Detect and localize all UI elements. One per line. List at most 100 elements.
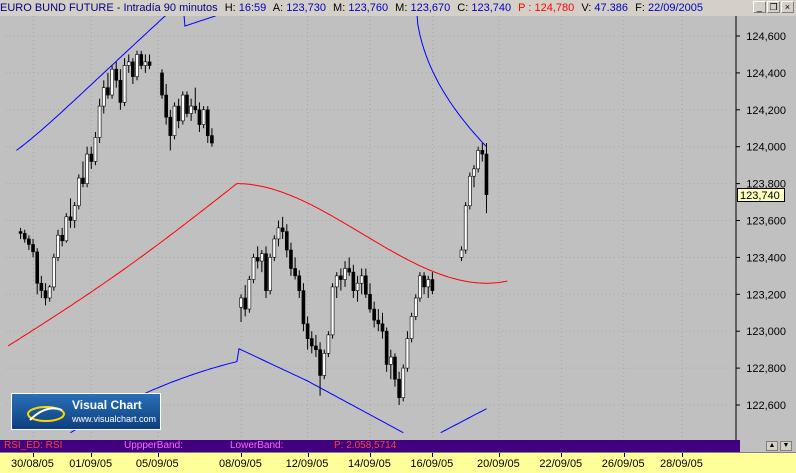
candle xyxy=(126,54,131,73)
candle xyxy=(77,174,81,210)
candle xyxy=(22,229,27,243)
candle xyxy=(89,146,94,169)
candle xyxy=(110,65,114,99)
candle xyxy=(72,202,77,228)
lower-band-label: LowerBand: xyxy=(230,440,284,451)
candle xyxy=(339,268,343,291)
mn-label: M: xyxy=(395,2,408,14)
y-tick-label: 123,600 xyxy=(746,216,786,228)
scroll-down-button[interactable]: ▼ xyxy=(780,441,792,451)
candle xyxy=(326,331,331,358)
y-tick-label: 124,000 xyxy=(746,142,786,154)
logo-url: www.visualchart.com xyxy=(72,414,157,424)
candle xyxy=(243,285,247,317)
h-label: H: xyxy=(224,2,236,14)
candle xyxy=(35,248,40,295)
candle xyxy=(272,235,277,262)
candle xyxy=(164,83,168,125)
candle xyxy=(384,327,389,372)
candle xyxy=(476,146,480,173)
candle xyxy=(197,102,202,132)
scroll-up-button[interactable]: ▲ xyxy=(766,441,778,451)
y-tick-label: 123,000 xyxy=(746,326,786,338)
x-tick-label: 16/09/05 xyxy=(410,458,454,470)
candle xyxy=(131,58,135,84)
close-button[interactable]: × xyxy=(781,1,794,13)
x-tick xyxy=(91,453,93,457)
candle xyxy=(143,54,148,73)
last-price-tag: 123,740 xyxy=(737,188,785,202)
window-title-bar: EURO BUND FUTURE - Intradía 90 minutos H… xyxy=(0,0,796,16)
y-tick-label: 123,400 xyxy=(746,252,786,264)
p-label: P : xyxy=(518,2,532,14)
x-tick-label: 20/09/05 xyxy=(476,458,520,470)
candle xyxy=(160,69,164,99)
candle xyxy=(193,87,198,114)
x-tick xyxy=(498,453,500,457)
candle xyxy=(147,54,152,70)
x-tick xyxy=(623,453,625,457)
candle xyxy=(81,161,85,188)
candle xyxy=(276,220,281,247)
rsi-label: RSI_ED: RSI xyxy=(4,440,63,451)
candle xyxy=(293,257,297,280)
candle xyxy=(463,202,468,254)
y-tick-label: 122,600 xyxy=(746,400,786,412)
candle xyxy=(422,272,426,295)
candle xyxy=(255,246,260,269)
y-tick-label: 123,200 xyxy=(746,289,786,301)
x-tick xyxy=(157,453,159,457)
upper-band-label: UppperBand: xyxy=(124,440,183,451)
mn-value: 123,670 xyxy=(410,2,451,14)
minimize-button[interactable]: _ xyxy=(753,1,766,13)
v-label: V: xyxy=(581,2,592,14)
x-tick-label: 12/09/05 xyxy=(285,458,329,470)
candle xyxy=(280,216,285,239)
candle xyxy=(43,283,48,306)
instrument-title: EURO BUND FUTURE - Intradía 90 minutos xyxy=(0,2,218,14)
candle xyxy=(388,349,393,380)
candle xyxy=(189,98,193,121)
candle xyxy=(472,165,476,188)
swoosh-icon xyxy=(27,406,65,422)
price-chart[interactable]: 124,600124,400124,200124,000123,800123,6… xyxy=(0,16,796,440)
candle xyxy=(426,275,431,298)
candle xyxy=(114,61,119,88)
candle xyxy=(56,229,60,262)
candle xyxy=(260,250,264,273)
y-tick-label: 124,400 xyxy=(746,68,786,80)
visual-chart-logo[interactable]: Visual Chart www.visualchart.com xyxy=(11,393,161,430)
candle xyxy=(47,285,52,302)
m-label: M: xyxy=(333,2,346,14)
candle xyxy=(181,91,185,125)
candle xyxy=(122,58,127,107)
rsi-indicator-bar[interactable]: RSI_ED: RSI UppperBand: LowerBand: P: 2.… xyxy=(0,440,740,452)
candle xyxy=(239,294,243,322)
a-value: 123,730 xyxy=(286,2,326,14)
candle xyxy=(31,238,35,258)
candle xyxy=(334,272,339,298)
p-value: 124,780 xyxy=(534,2,575,14)
x-tick-label: 01/09/05 xyxy=(69,458,113,470)
candle xyxy=(393,353,397,387)
candle xyxy=(251,253,256,284)
candle xyxy=(355,275,360,302)
x-tick-label: 08/09/05 xyxy=(219,458,262,470)
candle xyxy=(135,50,139,81)
candle xyxy=(27,235,31,251)
y-tick-label: 124,200 xyxy=(746,105,786,117)
restore-button[interactable]: ❐ xyxy=(767,1,780,13)
candle xyxy=(347,257,352,276)
x-tick-label: 05/09/05 xyxy=(135,458,179,470)
candle xyxy=(380,312,385,339)
candle xyxy=(106,72,110,99)
candle xyxy=(185,91,189,118)
candle xyxy=(264,246,268,298)
x-tick xyxy=(432,453,434,457)
candle xyxy=(376,309,381,332)
y-axis: 124,600124,400124,200124,000123,800123,6… xyxy=(735,16,786,440)
x-tick xyxy=(370,453,371,457)
candle xyxy=(52,253,56,291)
candle xyxy=(118,69,123,110)
candle xyxy=(172,102,177,140)
